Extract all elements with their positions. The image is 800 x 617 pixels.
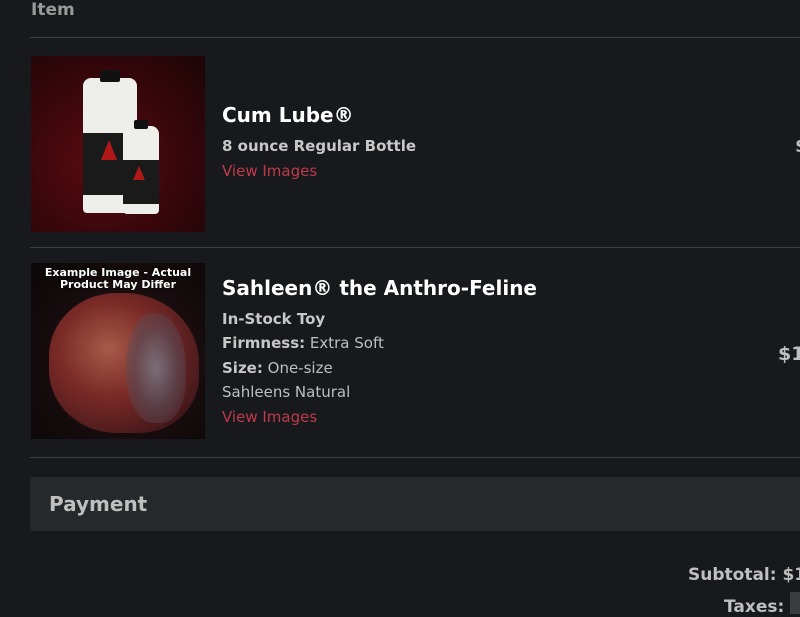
divider — [30, 457, 800, 458]
divider — [30, 247, 800, 248]
stock-status: In-Stock Toy — [222, 310, 326, 328]
taxes: Taxes: — [724, 597, 785, 617]
divider — [30, 37, 800, 38]
product-name: Sahleen® the Anthro-Feline — [222, 276, 537, 300]
product-price: $1 — [778, 343, 800, 365]
subtotal: Subtotal: $1 — [688, 565, 800, 585]
product-image-lube[interactable] — [31, 56, 205, 232]
firmness-value: Extra Soft — [309, 334, 384, 352]
color-option: Sahleens Natural — [222, 383, 351, 401]
item-column-header: Item — [31, 0, 75, 20]
payment-section-header[interactable]: Payment — [30, 477, 800, 531]
image-caption: Example Image - Actual Product May Diffe… — [44, 266, 192, 291]
product-image-toy[interactable]: Example Image - Actual Product May Diffe… — [31, 263, 205, 439]
product-price: $ — [795, 135, 800, 157]
product-name: Cum Lube® — [222, 103, 354, 127]
bottle-small-image — [123, 120, 159, 214]
size-value: One-size — [267, 359, 333, 377]
tax-value-box — [790, 592, 800, 614]
size-label: Size: — [222, 359, 263, 377]
view-images-link[interactable]: View Images — [222, 162, 317, 180]
firmness-label: Firmness: — [222, 334, 306, 352]
size-row: Size: One-size — [222, 359, 333, 377]
product-variant: 8 ounce Regular Bottle — [222, 137, 417, 155]
payment-title: Payment — [49, 492, 148, 516]
view-images-link[interactable]: View Images — [222, 408, 317, 426]
firmness-row: Firmness: Extra Soft — [222, 334, 384, 352]
